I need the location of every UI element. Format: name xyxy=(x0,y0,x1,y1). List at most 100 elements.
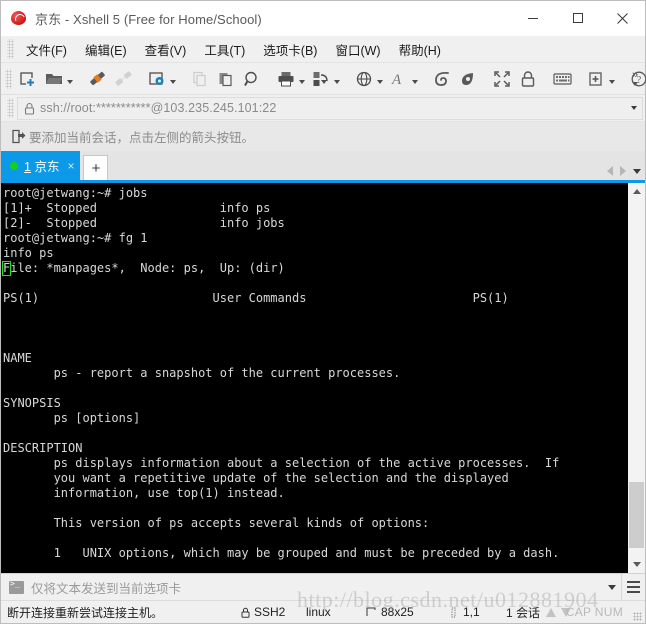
send-text-input[interactable]: 仅将文本发送到当前选项卡 xyxy=(31,578,603,597)
close-button[interactable] xyxy=(600,1,645,35)
print-button[interactable] xyxy=(273,66,308,92)
add-folder-icon xyxy=(585,68,607,90)
status-position: 1,1 xyxy=(449,605,480,619)
address-value: ssh://root:***********@103.235.245.101:2… xyxy=(40,101,277,115)
chevron-up-icon xyxy=(632,189,641,194)
status-sessions: 1 会话 xyxy=(506,605,541,620)
xshell-window: 京东 - Xshell 5 (Free for Home/School) 文件(… xyxy=(0,0,646,624)
font-dropdown[interactable] xyxy=(410,68,419,90)
font-icon: A xyxy=(388,68,410,90)
add-folder-button[interactable] xyxy=(583,66,618,92)
menu-edit[interactable]: 编辑(E) xyxy=(76,36,136,63)
copy-icon xyxy=(189,68,211,90)
transfer-button[interactable] xyxy=(308,66,343,92)
tab-status-dot xyxy=(10,161,18,170)
cursor-position-icon xyxy=(449,607,458,618)
xshell-logo-icon xyxy=(10,9,28,27)
find-button[interactable] xyxy=(239,66,265,92)
session-properties-dropdown[interactable] xyxy=(168,68,177,90)
svg-text:A: A xyxy=(391,72,402,88)
address-drag-grip[interactable] xyxy=(7,98,14,118)
chevron-left-icon[interactable] xyxy=(607,166,613,176)
menu-window[interactable]: 窗口(W) xyxy=(326,36,389,63)
terminal-line: ps displays information about a selectio… xyxy=(3,456,560,470)
open-session-dropdown[interactable] xyxy=(65,68,74,90)
tab-list-chevron-down-icon[interactable] xyxy=(633,168,641,174)
disconnect-icon xyxy=(112,68,134,90)
globe-button[interactable] xyxy=(351,66,386,92)
xagent-button[interactable] xyxy=(455,66,481,92)
new-tab-button[interactable]: + xyxy=(83,155,109,180)
connect-button[interactable] xyxy=(84,66,110,92)
menu-tabs[interactable]: 选项卡(B) xyxy=(254,36,326,63)
terminal-line: NAME xyxy=(3,351,32,365)
tab-jingdong[interactable]: 1 京东 × xyxy=(1,151,81,180)
session-hint-bar: 要添加当前会话，点击左侧的箭头按钮。 xyxy=(1,122,645,151)
terminal-line: This version of ps accepts several kinds… xyxy=(3,516,430,530)
menu-tools[interactable]: 工具(T) xyxy=(195,36,254,63)
scroll-down-button[interactable] xyxy=(628,556,645,573)
session-properties-button[interactable] xyxy=(144,66,179,92)
toolbar-overflow-button[interactable]: » xyxy=(628,65,642,91)
status-bar: 断开连接重新尝试连接主机。 SSH2 linux 88x25 1,1 1 会话 … xyxy=(1,600,645,623)
maximize-button[interactable] xyxy=(555,1,600,35)
fullscreen-button[interactable] xyxy=(489,66,515,92)
send-target-chevron-down-icon[interactable] xyxy=(603,584,621,590)
xftp-icon xyxy=(431,68,453,90)
terminal-line: DESCRIPTION xyxy=(3,441,83,455)
status-position-label: 1,1 xyxy=(463,605,480,619)
paste-button[interactable] xyxy=(213,66,239,92)
font-button[interactable]: A xyxy=(386,66,421,92)
send-text-bar: 仅将文本发送到当前选项卡 xyxy=(1,573,645,600)
lock-icon xyxy=(517,68,539,90)
menu-view[interactable]: 查看(V) xyxy=(136,36,196,63)
terminal-screen[interactable]: root@jetwang:~# jobs [1]+ Stopped info p… xyxy=(1,183,627,573)
disconnect-button[interactable] xyxy=(110,66,136,92)
print-dropdown[interactable] xyxy=(297,68,306,90)
xftp-button[interactable] xyxy=(429,66,455,92)
tab-label: 1 京东 xyxy=(24,156,59,175)
status-size: 88x25 xyxy=(366,605,414,619)
session-hint-text: 要添加当前会话，点击左侧的箭头按钮。 xyxy=(29,131,255,145)
menu-drag-grip[interactable] xyxy=(7,39,14,59)
keyboard-icon xyxy=(551,68,573,90)
lock-button[interactable] xyxy=(515,66,541,92)
tab-bar-controls xyxy=(607,166,641,176)
new-session-button[interactable] xyxy=(15,66,41,92)
title-bar: 京东 - Xshell 5 (Free for Home/School) xyxy=(1,1,645,36)
chevron-right-icon[interactable] xyxy=(620,166,626,176)
minimize-button[interactable] xyxy=(510,1,555,35)
menu-help[interactable]: 帮助(H) xyxy=(390,36,450,63)
open-session-button[interactable] xyxy=(41,66,76,92)
terminal-size-icon xyxy=(366,607,377,618)
scroll-up-button[interactable] xyxy=(628,183,645,200)
terminal-line: ps [options] xyxy=(3,411,141,425)
scrollbar-track[interactable] xyxy=(628,200,645,556)
keyboard-button[interactable] xyxy=(549,66,575,92)
open-folder-icon xyxy=(43,68,65,90)
transfer-dropdown[interactable] xyxy=(332,68,341,90)
terminal-line: info ps xyxy=(3,246,54,260)
terminal-line: [2]- Stopped info jobs xyxy=(3,216,285,230)
address-dropdown-icon[interactable] xyxy=(626,106,642,110)
add-folder-dropdown[interactable] xyxy=(607,68,616,90)
hamburger-menu-icon[interactable] xyxy=(621,574,645,600)
toolbar: A ? » xyxy=(1,63,646,95)
transfer-icon xyxy=(310,68,332,90)
menu-file[interactable]: 文件(F) xyxy=(17,36,76,63)
copy-button[interactable] xyxy=(187,66,213,92)
toolbar-drag-grip[interactable] xyxy=(5,68,12,89)
status-protocol: SSH2 xyxy=(241,605,285,619)
terminal-line: 1 UNIX options, which may be grouped and… xyxy=(3,546,560,560)
terminal-line: ile: *manpages*, Node: ps, Up: (dir) xyxy=(10,261,285,275)
address-bar: ssh://root:***********@103.235.245.101:2… xyxy=(1,95,645,122)
scrollbar-thumb[interactable] xyxy=(629,482,644,548)
resize-grip-icon[interactable] xyxy=(633,612,642,621)
terminal-line: root@jetwang:~# jobs xyxy=(3,186,148,200)
globe-dropdown[interactable] xyxy=(375,68,384,90)
tab-close-icon[interactable]: × xyxy=(67,160,74,172)
terminal-scrollbar[interactable] xyxy=(627,183,645,573)
lock-icon xyxy=(18,102,40,115)
address-input[interactable]: ssh://root:***********@103.235.245.101:2… xyxy=(17,96,643,120)
toolbar-overflow-label: » xyxy=(631,68,639,81)
